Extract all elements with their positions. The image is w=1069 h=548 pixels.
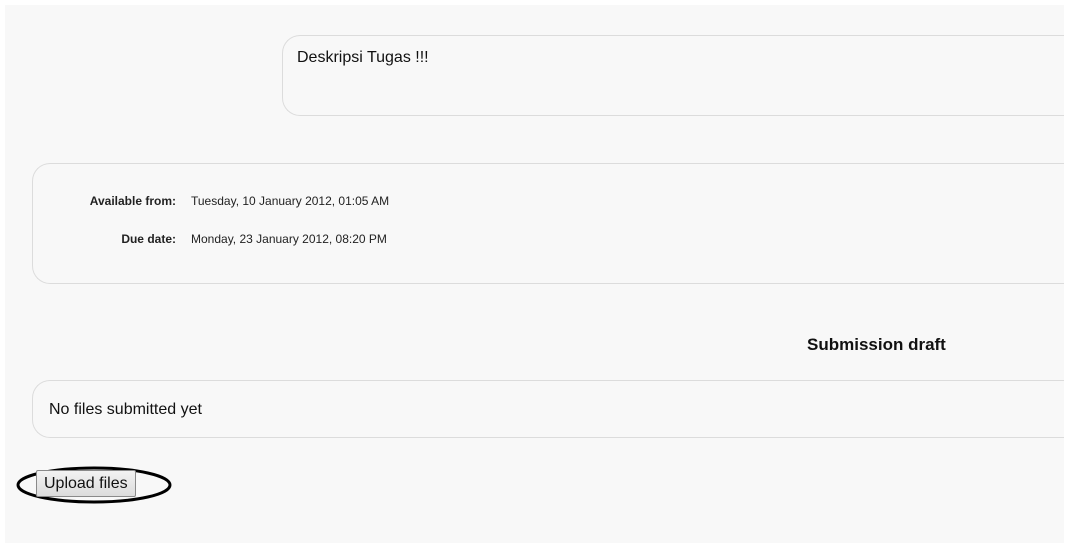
- upload-files-button[interactable]: Upload files: [36, 470, 136, 497]
- available-from-value: Tuesday, 10 January 2012, 01:05 AM: [191, 194, 390, 208]
- no-files-status: No files submitted yet: [49, 401, 202, 418]
- due-date-value: Monday, 23 January 2012, 08:20 PM: [191, 232, 387, 246]
- due-date-label: Due date:: [121, 232, 176, 246]
- description-box: Deskripsi Tugas !!!: [282, 35, 1064, 116]
- submission-files-box: No files submitted yet: [32, 380, 1064, 438]
- dates-box: Available from: Tuesday, 10 January 2012…: [32, 163, 1064, 284]
- available-from-label: Available from:: [89, 194, 176, 208]
- upload-files-area: Upload files: [14, 464, 174, 506]
- assignment-page: Deskripsi Tugas !!! Available from: Tues…: [5, 5, 1064, 543]
- submission-draft-heading: Submission draft: [807, 335, 946, 354]
- assignment-description: Deskripsi Tugas !!!: [297, 49, 429, 66]
